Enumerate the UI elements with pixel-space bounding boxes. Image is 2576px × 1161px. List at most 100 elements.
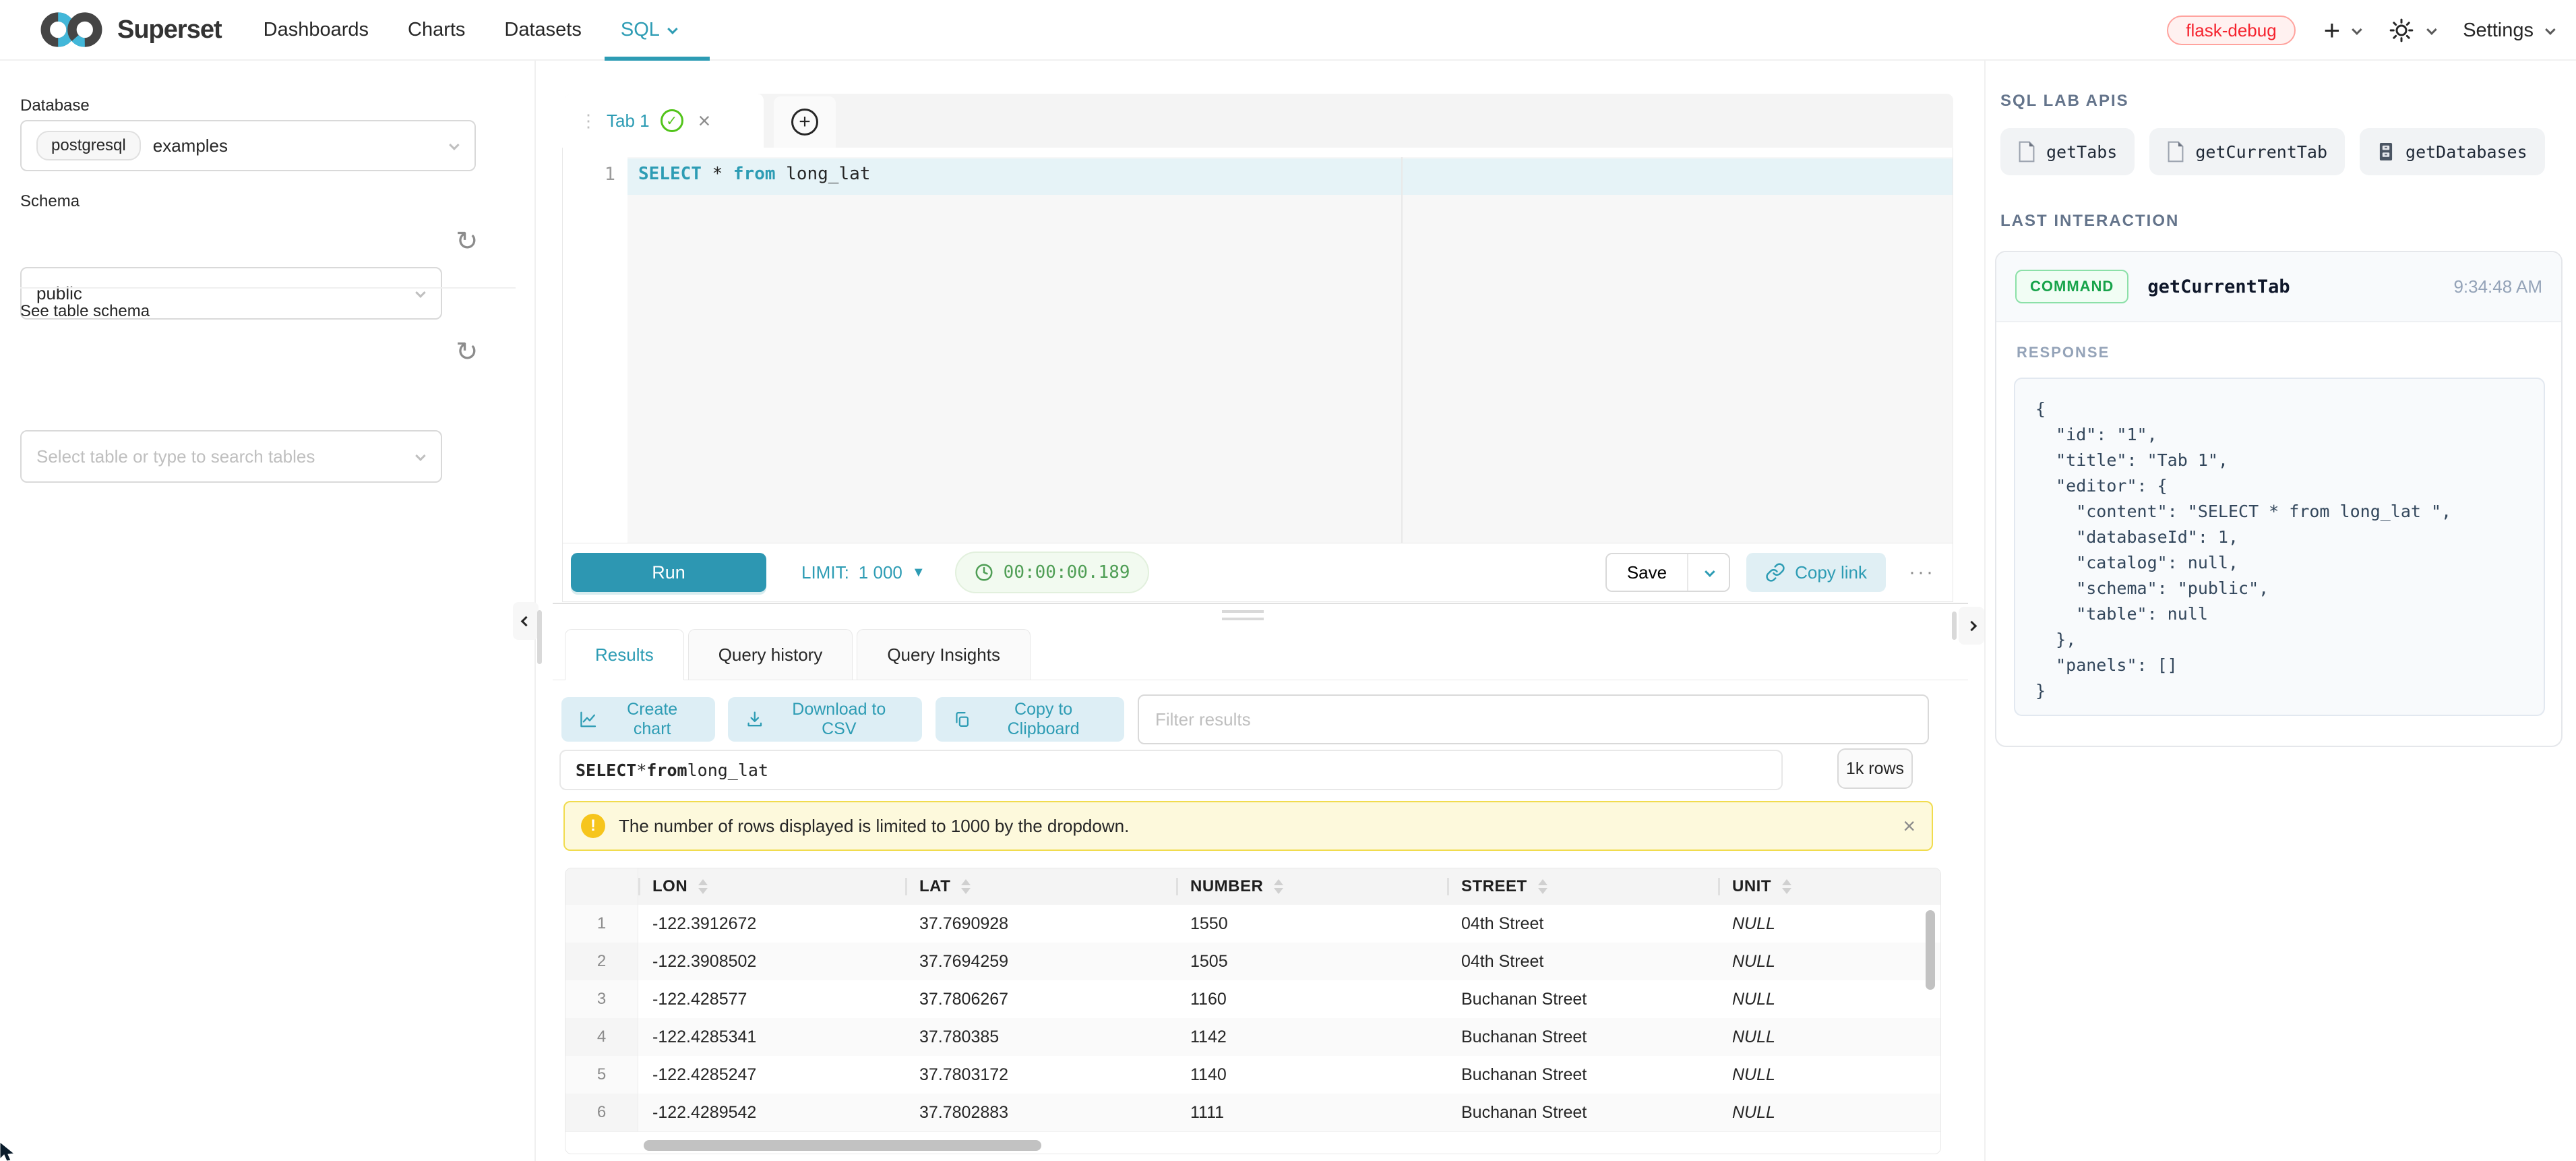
table-cell: NULL — [1718, 1094, 1940, 1131]
sql-table-name: long_lat — [687, 761, 768, 780]
chevron-down-icon — [415, 450, 426, 461]
nav-item-sql[interactable]: SQL — [621, 19, 675, 41]
print-margin-line — [1401, 157, 1403, 543]
schema-value: public — [36, 283, 82, 304]
command-name: getCurrentTab — [2147, 276, 2290, 297]
save-options-caret[interactable] — [1687, 554, 1729, 591]
sort-icon[interactable] — [961, 879, 971, 894]
table-cell: NULL — [1718, 1018, 1940, 1056]
get-current-tab-button[interactable]: getCurrentTab — [2149, 128, 2345, 175]
create-chart-label: Create chart — [607, 700, 698, 739]
chevron-right-icon — [1966, 620, 1977, 631]
clock-icon — [974, 562, 994, 583]
copy-clipboard-label: Copy to Clipboard — [980, 700, 1107, 739]
table-cell: NULL — [1718, 905, 1940, 943]
chart-icon — [579, 710, 597, 729]
row-number: 4 — [565, 1018, 638, 1056]
chevron-left-icon — [520, 616, 531, 626]
table-cell: 04th Street — [1447, 905, 1718, 943]
nav-item-datasets[interactable]: Datasets — [504, 19, 581, 41]
center-scrollbar[interactable] — [1952, 612, 1957, 640]
plus-icon: + — [2324, 16, 2341, 44]
run-button[interactable]: Run — [571, 553, 766, 592]
chevron-down-icon — [2352, 24, 2362, 35]
nav-item-dashboards[interactable]: Dashboards — [264, 19, 369, 41]
refresh-tables-icon[interactable]: ↻ — [456, 338, 479, 365]
superset-logo[interactable]: Superset — [35, 8, 222, 51]
copy-clipboard-button[interactable]: Copy to Clipboard — [936, 697, 1124, 742]
top-navbar: Superset Dashboards Charts Datasets SQL … — [0, 0, 2576, 61]
column-header-number[interactable]: NUMBER — [1176, 868, 1447, 905]
save-button[interactable]: Save — [1607, 554, 1687, 591]
refresh-schemas-icon[interactable]: ↻ — [456, 228, 479, 255]
column-header-unit[interactable]: UNIT — [1718, 868, 1940, 905]
limit-dropdown[interactable]: LIMIT: 1 000 ▼ — [801, 562, 925, 583]
tab-results[interactable]: Results — [565, 629, 684, 680]
nav-item-sql-label: SQL — [621, 19, 660, 41]
last-interaction-title: LAST INTERACTION — [2000, 212, 2179, 231]
table-cell: 37.780385 — [905, 1018, 1176, 1056]
tab-query-history[interactable]: Query history — [688, 629, 853, 680]
more-options-button[interactable]: ··· — [1909, 561, 1935, 584]
editor-tab-1[interactable]: ⋮ Tab 1 ✓ × — [565, 94, 764, 148]
command-badge: COMMAND — [2015, 270, 2128, 303]
table-cell: 1505 — [1176, 943, 1447, 980]
sort-icon[interactable] — [698, 879, 708, 894]
theme-menu[interactable] — [2388, 17, 2434, 44]
table-row: 4-122.428534137.7803851142Buchanan Stree… — [565, 1018, 1940, 1056]
tab-query-insights[interactable]: Query Insights — [857, 629, 1031, 680]
results-table-body: 1-122.391267237.7690928155004th StreetNU… — [565, 905, 1940, 1131]
sql-editor[interactable]: 1 SELECT * from long_lat — [563, 157, 1953, 543]
drag-handle-icon[interactable]: ⋮ — [580, 111, 596, 131]
sort-icon[interactable] — [1538, 879, 1547, 894]
table-row: 6-122.428954237.78028831111Buchanan Stre… — [565, 1094, 1940, 1131]
table-cell: Buchanan Street — [1447, 1056, 1718, 1094]
get-current-tab-label: getCurrentTab — [2195, 142, 2327, 162]
save-split-button: Save — [1605, 553, 1730, 592]
database-name: examples — [153, 136, 228, 156]
filter-results-input[interactable] — [1138, 694, 1929, 744]
add-tab-button[interactable]: + — [774, 96, 836, 148]
download-csv-label: Download to CSV — [774, 700, 904, 739]
table-row: 2-122.390850237.7694259150504th StreetNU… — [565, 943, 1940, 980]
download-csv-button[interactable]: Download to CSV — [728, 697, 922, 742]
left-panel-scrollbar[interactable] — [537, 610, 542, 664]
sql-keyword: from — [733, 164, 776, 184]
vertical-scrollbar[interactable] — [1926, 910, 1935, 990]
chevron-down-icon — [667, 24, 678, 34]
column-header-lon[interactable]: LON — [638, 868, 905, 905]
line-number: 1 — [605, 164, 615, 185]
settings-menu[interactable]: Settings — [2463, 20, 2553, 42]
get-databases-label: getDatabases — [2405, 142, 2527, 162]
chevron-down-icon — [449, 140, 460, 150]
horizontal-scrollbar[interactable] — [644, 1140, 1041, 1151]
collapse-sidebar-button[interactable] — [513, 602, 539, 640]
collapse-right-panel-button[interactable] — [1959, 607, 1984, 645]
editor-toolbar: Run LIMIT: 1 000 ▼ 00:00:00.189 Save — [563, 543, 1953, 601]
create-chart-button[interactable]: Create chart — [561, 697, 715, 742]
sort-icon[interactable] — [1782, 879, 1791, 894]
splitter-drag-handle[interactable] — [1222, 610, 1264, 622]
get-databases-button[interactable]: getDatabases — [2360, 128, 2545, 175]
chevron-down-icon — [2545, 24, 2556, 35]
document-icon — [2018, 141, 2035, 162]
new-item-menu[interactable]: + — [2324, 16, 2360, 44]
database-select[interactable]: postgresql examples — [20, 120, 476, 171]
table-cell: Buchanan Street — [1447, 980, 1718, 1018]
close-tab-icon[interactable]: × — [698, 110, 711, 131]
close-warning-icon[interactable]: × — [1903, 815, 1915, 837]
copy-link-label: Copy link — [1795, 562, 1867, 583]
nav-item-charts[interactable]: Charts — [408, 19, 465, 41]
sort-icon[interactable] — [1274, 879, 1283, 894]
link-icon — [1765, 562, 1785, 583]
chevron-down-icon — [1705, 566, 1715, 577]
column-header-street[interactable]: STREET — [1447, 868, 1718, 905]
copy-link-button[interactable]: Copy link — [1746, 553, 1886, 592]
caret-down-icon: ▼ — [912, 565, 925, 580]
editor-tabstrip: ⋮ Tab 1 ✓ × + — [565, 94, 1953, 148]
row-number: 2 — [565, 943, 638, 980]
table-select[interactable]: Select table or type to search tables — [20, 430, 442, 483]
column-header-lat[interactable]: LAT — [905, 868, 1176, 905]
get-tabs-button[interactable]: getTabs — [2000, 128, 2135, 175]
warning-icon: ! — [581, 814, 605, 838]
